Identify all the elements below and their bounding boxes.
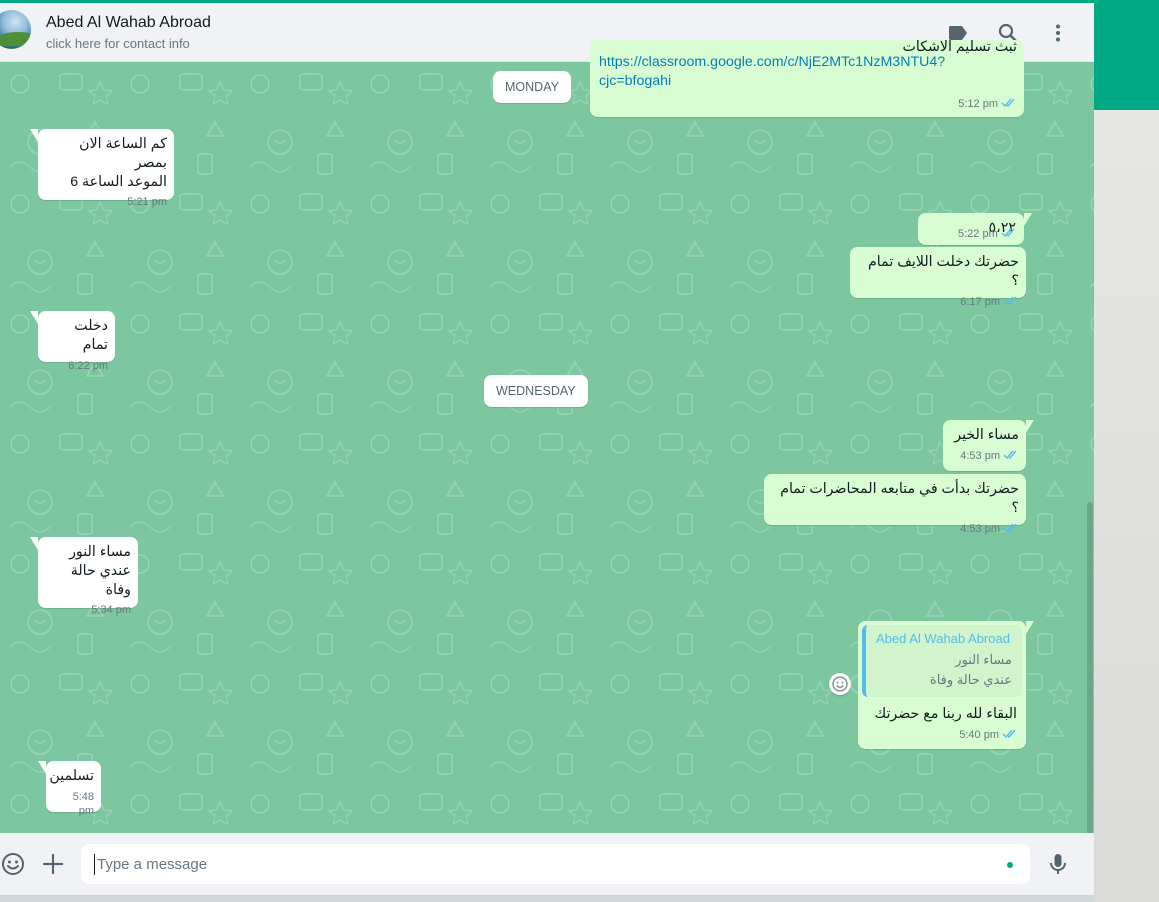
message-out[interactable]: مساء الخير 4:53 pm [943, 420, 1034, 471]
message-out[interactable]: حضرتك دخلت اللايف تمام ؟ 6:17 pm [850, 247, 1026, 308]
quote-text: مساء النور عندي حالة وفاة [929, 652, 1012, 687]
double-tick-icon [1001, 98, 1015, 108]
reaction-button[interactable] [829, 673, 851, 695]
quoted-message[interactable]: Abed Al Wahab Abroad مساء النور عندي حال… [862, 625, 1022, 697]
message-out[interactable]: ثبث تسليم الاشكات https://classroom.goog… [590, 39, 1024, 117]
message-meta: 5:12 pm [599, 97, 1017, 111]
quote-author: Abed Al Wahab Abroad [876, 631, 1010, 646]
message-time: 5:21 pm [127, 196, 167, 208]
window-bottom-edge [0, 895, 1094, 902]
double-tick-icon [1002, 729, 1016, 739]
message-time: 5:40 pm [959, 729, 999, 741]
message-text: تسلمين [49, 768, 94, 784]
message-time: 6:17 pm [960, 296, 1000, 308]
double-tick-icon [1001, 228, 1015, 238]
smiley-icon [832, 676, 848, 692]
contact-info-hint[interactable]: click here for contact info [46, 36, 190, 51]
chat-window: Abed Al Wahab Abroad click here for cont… [0, 0, 1094, 902]
message-text: مساء النور عندي حالة وفاة [69, 544, 131, 598]
message-out-reply[interactable]: Abed Al Wahab Abroad مساء النور عندي حال… [858, 621, 1034, 749]
message-out[interactable]: حضرتك بدأت في متابعه المحاضرات تمام ؟ 4:… [764, 474, 1026, 535]
message-in[interactable]: مساء النور عندي حالة وفاة 5:34 pm [30, 537, 138, 616]
message-in[interactable]: كم الساعة الان بمصر الموعد الساعة 6 5:21… [30, 129, 174, 208]
message-time: 4:53 pm [960, 523, 1000, 535]
message-in[interactable]: تسلمين 5:48 pm [38, 761, 101, 817]
message-text: مساء الخير [954, 427, 1019, 443]
message-text: كم الساعة الان بمصر الموعد الساعة 6 [70, 136, 167, 190]
message-time: 5:48 pm [72, 791, 94, 817]
double-tick-icon [1003, 450, 1017, 460]
message-input[interactable] [81, 844, 1030, 884]
message-link[interactable]: https://classroom.google.com/c/NjE2MTc1N… [599, 53, 1017, 91]
message-text: ثبث تسليم الاشكات [902, 39, 1017, 53]
message-time: 6:22 pm [68, 360, 108, 372]
composer-bar [0, 833, 1094, 895]
message-time: 5:12 pm [958, 98, 998, 110]
message-text: البقاء لله ربنا مع حضرتك [874, 706, 1017, 722]
message-in[interactable]: دخلت تمام 6:22 pm [30, 311, 115, 372]
message-text: حضرتك دخلت اللايف تمام ؟ [868, 254, 1019, 289]
contact-name[interactable]: Abed Al Wahab Abroad [46, 14, 211, 32]
message-text: دخلت تمام [74, 318, 108, 353]
message-meta: 4:53 pm [952, 449, 1019, 463]
day-divider: WEDNESDAY [484, 375, 588, 407]
status-dot [1007, 862, 1013, 868]
message-meta: 5:22 pm [958, 227, 1017, 241]
menu-icon[interactable] [1046, 21, 1070, 45]
message-out[interactable]: ٥،٢٢ 5:22 pm [918, 213, 1032, 245]
message-time: 5:22 pm [958, 228, 998, 240]
day-divider: MONDAY [493, 71, 571, 103]
window-accent-strip [1094, 0, 1159, 110]
emoji-icon[interactable] [0, 851, 26, 877]
window-right-background [1094, 0, 1159, 902]
message-meta: 6:17 pm [859, 295, 1019, 309]
avatar[interactable] [0, 10, 31, 49]
message-meta: 4:53 pm [773, 522, 1019, 536]
message-meta: 5:40 pm [862, 728, 1022, 742]
double-tick-icon [1003, 523, 1017, 533]
message-time: 5:34 pm [91, 604, 131, 616]
mic-icon[interactable] [1045, 851, 1071, 877]
scrollbar[interactable] [1087, 502, 1093, 833]
message-time: 4:53 pm [960, 450, 1000, 462]
text-caret [94, 854, 95, 875]
double-tick-icon [1003, 296, 1017, 306]
message-text: حضرتك بدأت في متابعه المحاضرات تمام ؟ [780, 481, 1019, 516]
attach-icon[interactable] [40, 851, 66, 877]
